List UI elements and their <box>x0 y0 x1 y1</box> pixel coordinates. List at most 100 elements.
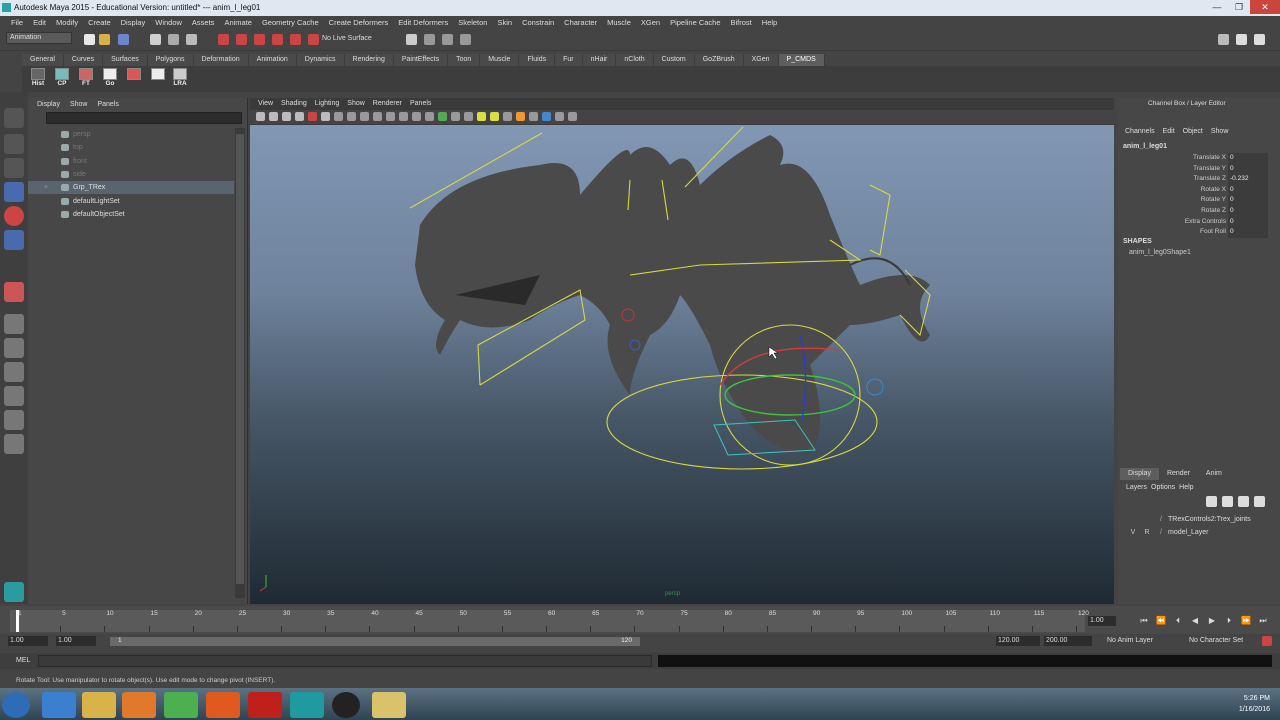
shelf-go-button[interactable]: Go <box>100 68 120 90</box>
render-view-icon[interactable] <box>406 34 417 45</box>
channel-attribute[interactable]: Rotate Y0 <box>1118 195 1268 206</box>
new-layer-selected-icon[interactable] <box>1222 496 1233 507</box>
viewport-tool-icon[interactable] <box>308 112 317 121</box>
shelf-tab-gozbrush[interactable]: GoZBrush <box>694 54 744 66</box>
outliner-item[interactable]: front <box>28 155 234 168</box>
snap-curve-icon[interactable] <box>236 34 247 45</box>
outliner-scroll-thumb[interactable] <box>236 134 244 584</box>
layer-move-down-icon[interactable] <box>1254 496 1265 507</box>
playback-end-field[interactable]: 120.00 <box>996 636 1040 646</box>
viewport-tool-icon[interactable] <box>334 112 343 121</box>
attribute-value-field[interactable]: 0 <box>1228 195 1268 206</box>
viewport-menu-shading[interactable]: Shading <box>277 98 311 110</box>
menu-skin[interactable]: Skin <box>492 18 517 27</box>
last-tool-icon[interactable] <box>4 282 24 302</box>
single-perspective-layout-icon[interactable] <box>4 314 24 334</box>
viewport-tool-icon[interactable] <box>295 112 304 121</box>
viewport-tool-icon[interactable] <box>451 112 460 121</box>
attribute-value-field[interactable]: 0 <box>1228 153 1268 164</box>
select-object-icon[interactable] <box>168 34 179 45</box>
maximize-button[interactable]: ❐ <box>1228 0 1250 14</box>
viewport-tool-icon[interactable] <box>529 112 538 121</box>
playback-button-4[interactable]: ▶ <box>1206 616 1218 626</box>
layer-row[interactable]: / TRexControls2:Trex_joints <box>1122 513 1272 526</box>
cb-menu-show[interactable]: Show <box>1208 126 1232 138</box>
animation-end-field[interactable]: 200.00 <box>1044 636 1092 646</box>
minimize-button[interactable]: — <box>1206 0 1228 14</box>
playback-button-5[interactable]: ⏵ <box>1223 616 1235 626</box>
viewport-tool-icon[interactable] <box>542 112 551 121</box>
menu-constrain[interactable]: Constrain <box>517 18 559 27</box>
menu-geometry-cache[interactable]: Geometry Cache <box>257 18 324 27</box>
menu-set-selector[interactable]: Animation <box>6 32 72 44</box>
viewport-tool-icon[interactable] <box>321 112 330 121</box>
file-explorer-icon[interactable] <box>82 692 116 718</box>
viewport-tool-icon[interactable] <box>438 112 447 121</box>
shelf-hist-button[interactable]: Hist <box>28 68 48 90</box>
viewport-menu-renderer[interactable]: Renderer <box>369 98 406 110</box>
current-time-marker[interactable] <box>16 610 19 632</box>
chrome-icon[interactable] <box>164 692 198 718</box>
menu-display[interactable]: Display <box>116 18 151 27</box>
viewport-tool-icon[interactable] <box>282 112 291 121</box>
attribute-value-field[interactable]: -0.232 <box>1228 174 1268 185</box>
shelf-lra-button[interactable]: LRA <box>170 68 190 90</box>
open-scene-icon[interactable] <box>99 34 110 45</box>
viewport-tool-icon[interactable] <box>386 112 395 121</box>
outliner-item[interactable]: defaultObjectSet <box>28 208 234 221</box>
rotate-tool-icon[interactable] <box>4 206 24 226</box>
show-channel-box-icon[interactable] <box>1254 34 1265 45</box>
3d-viewport[interactable]: persp <box>250 125 1114 604</box>
obs-icon[interactable] <box>332 692 360 718</box>
viewport-tool-icon[interactable] <box>269 112 278 121</box>
viewport-menu-show[interactable]: Show <box>343 98 369 110</box>
layer-visibility-toggle[interactable]: V <box>1128 526 1138 539</box>
menu-muscle[interactable]: Muscle <box>602 18 636 27</box>
layer-tab-render[interactable]: Render <box>1159 468 1198 480</box>
menu-create-deformers[interactable]: Create Deformers <box>324 18 394 27</box>
shelf-tab-polygons[interactable]: Polygons <box>147 54 194 66</box>
expand-icon[interactable]: + <box>44 181 48 194</box>
notes-app-icon[interactable] <box>372 692 406 718</box>
uv-app-icon[interactable] <box>248 692 282 718</box>
animation-start-field[interactable]: 1.00 <box>8 636 48 646</box>
ipr-render-icon[interactable] <box>442 34 453 45</box>
mel-label[interactable]: MEL <box>16 657 30 664</box>
layer-tab-display[interactable]: Display <box>1120 468 1159 480</box>
viewport-tool-icon[interactable] <box>425 112 434 121</box>
viewport-tool-icon[interactable] <box>399 112 408 121</box>
menu-edit-deformers[interactable]: Edit Deformers <box>393 18 453 27</box>
shelf-tab-xgen[interactable]: XGen <box>743 54 779 66</box>
cb-menu-channels[interactable]: Channels <box>1122 126 1158 138</box>
scale-tool-icon[interactable] <box>4 230 24 250</box>
layer-color-swatch[interactable]: / <box>1160 513 1162 526</box>
attribute-value-field[interactable]: 0 <box>1228 163 1268 175</box>
playback-button-1[interactable]: ⏪ <box>1155 616 1167 626</box>
viewport-tool-icon[interactable] <box>256 112 265 121</box>
outliner-item[interactable]: + Grp_TRex <box>28 181 234 195</box>
shape-node-name[interactable]: anim_l_leg0Shape1 <box>1129 249 1191 256</box>
menu-bifrost[interactable]: Bifrost <box>726 18 757 27</box>
move-tool-icon[interactable] <box>4 182 24 202</box>
viewport-tool-icon[interactable] <box>360 112 369 121</box>
menu-file[interactable]: File <box>6 18 28 27</box>
menu-character[interactable]: Character <box>559 18 602 27</box>
shelf-tab-general[interactable]: General <box>22 54 64 66</box>
shelf-tab-muscle[interactable]: Muscle <box>480 54 520 66</box>
menu-animate[interactable]: Animate <box>219 18 257 27</box>
menu-help[interactable]: Help <box>757 18 782 27</box>
channel-attribute[interactable]: Rotate X0 <box>1118 184 1268 196</box>
four-view-layout-icon[interactable] <box>4 338 24 358</box>
viewport-tool-icon[interactable] <box>477 112 486 121</box>
snap-point-icon[interactable] <box>254 34 265 45</box>
shelf-tab-fluids[interactable]: Fluids <box>519 54 556 66</box>
outliner-item[interactable]: side <box>28 168 234 181</box>
shelf-tab-nhair[interactable]: nHair <box>582 54 617 66</box>
shelf-tab-deformation[interactable]: Deformation <box>193 54 249 66</box>
menu-create[interactable]: Create <box>83 18 116 27</box>
viewport-menu-lighting[interactable]: Lighting <box>311 98 344 110</box>
attribute-value-field[interactable]: 0 <box>1228 227 1268 238</box>
layer-menu-help[interactable]: Help <box>1179 482 1193 494</box>
graph-layout-icon[interactable] <box>4 386 24 406</box>
layer-menu-options[interactable]: Options <box>1151 482 1175 494</box>
